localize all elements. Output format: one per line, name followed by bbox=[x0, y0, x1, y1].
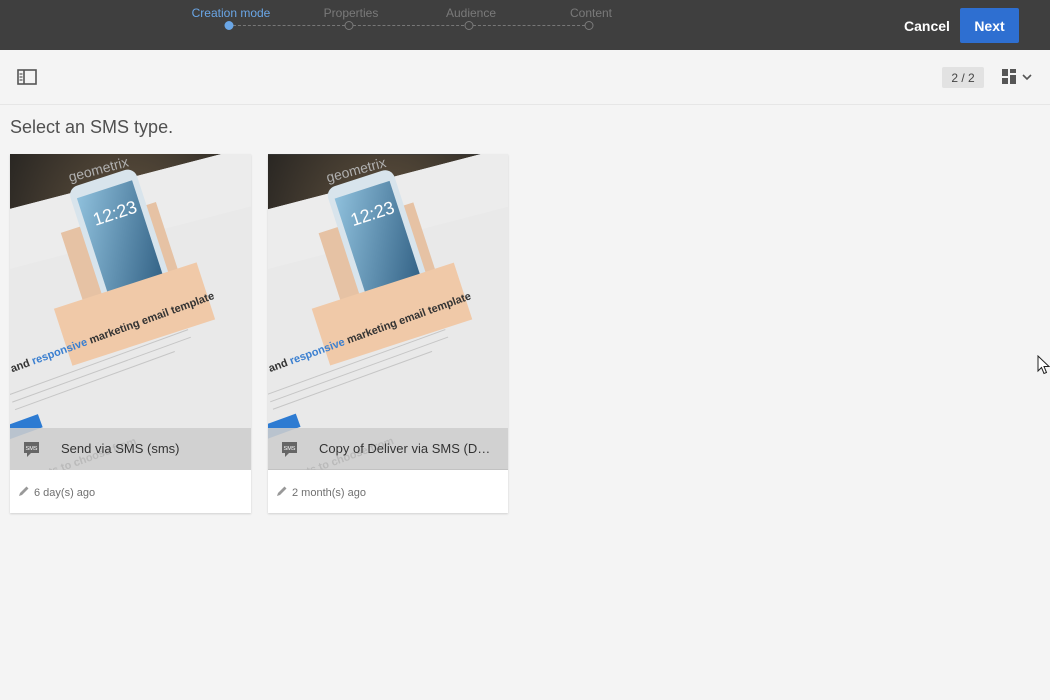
step-connector bbox=[233, 25, 345, 26]
step-connector bbox=[473, 25, 585, 26]
grid-view-icon bbox=[1002, 69, 1016, 84]
wizard-header: Creation mode Properties Audience Conten… bbox=[0, 0, 1050, 50]
svg-text:SMS: SMS bbox=[26, 446, 38, 452]
step-connector bbox=[353, 25, 464, 26]
card-modified: 6 day(s) ago bbox=[34, 487, 96, 499]
pencil-icon bbox=[18, 484, 30, 502]
toolbar: 2 / 2 bbox=[0, 50, 1050, 105]
card-modified: 2 month(s) ago bbox=[292, 487, 366, 499]
step-properties-dot[interactable] bbox=[344, 21, 354, 30]
step-properties-label[interactable]: Properties bbox=[324, 6, 379, 20]
card-caption: SMS Send via SMS (sms) bbox=[10, 428, 251, 470]
step-content-label[interactable]: Content bbox=[570, 6, 612, 20]
page-title: Select an SMS type. bbox=[10, 117, 174, 137]
view-switch[interactable] bbox=[1001, 67, 1035, 87]
mouse-cursor-icon bbox=[1037, 354, 1050, 375]
svg-text:SMS: SMS bbox=[284, 446, 296, 452]
step-creation-mode-dot[interactable] bbox=[224, 21, 234, 30]
card-meta: 6 day(s) ago bbox=[18, 485, 95, 501]
template-card[interactable]: geometrix 12:23 imal and responsive mark… bbox=[268, 154, 508, 513]
pencil-icon bbox=[276, 484, 288, 502]
step-audience-dot[interactable] bbox=[464, 21, 474, 30]
template-thumbnail: geometrix 12:23 imal and responsive mark… bbox=[10, 154, 251, 470]
template-thumbnail: geometrix 12:23 imal and responsive mark… bbox=[268, 154, 508, 470]
next-button[interactable]: Next bbox=[960, 8, 1019, 43]
cancel-button[interactable]: Cancel bbox=[898, 12, 956, 40]
card-caption: SMS Copy of Deliver via SMS (DM2... bbox=[268, 428, 508, 470]
step-creation-mode-label[interactable]: Creation mode bbox=[192, 6, 271, 20]
template-card[interactable]: geometrix 12:23 imal and responsive mark… bbox=[10, 154, 251, 513]
wizard-steps: Creation mode Properties Audience Conten… bbox=[0, 0, 700, 50]
card-title: Copy of Deliver via SMS (DM2... bbox=[319, 441, 501, 456]
chevron-down-icon bbox=[1022, 74, 1032, 81]
card-meta: 2 month(s) ago bbox=[276, 485, 366, 501]
sms-icon: SMS bbox=[280, 440, 299, 459]
step-content-dot[interactable] bbox=[584, 21, 594, 30]
sidebar-panel-icon[interactable] bbox=[17, 69, 37, 85]
sms-icon: SMS bbox=[22, 440, 41, 459]
step-audience-label[interactable]: Audience bbox=[446, 6, 496, 20]
pager-badge: 2 / 2 bbox=[942, 67, 984, 88]
card-title: Send via SMS (sms) bbox=[61, 441, 180, 456]
